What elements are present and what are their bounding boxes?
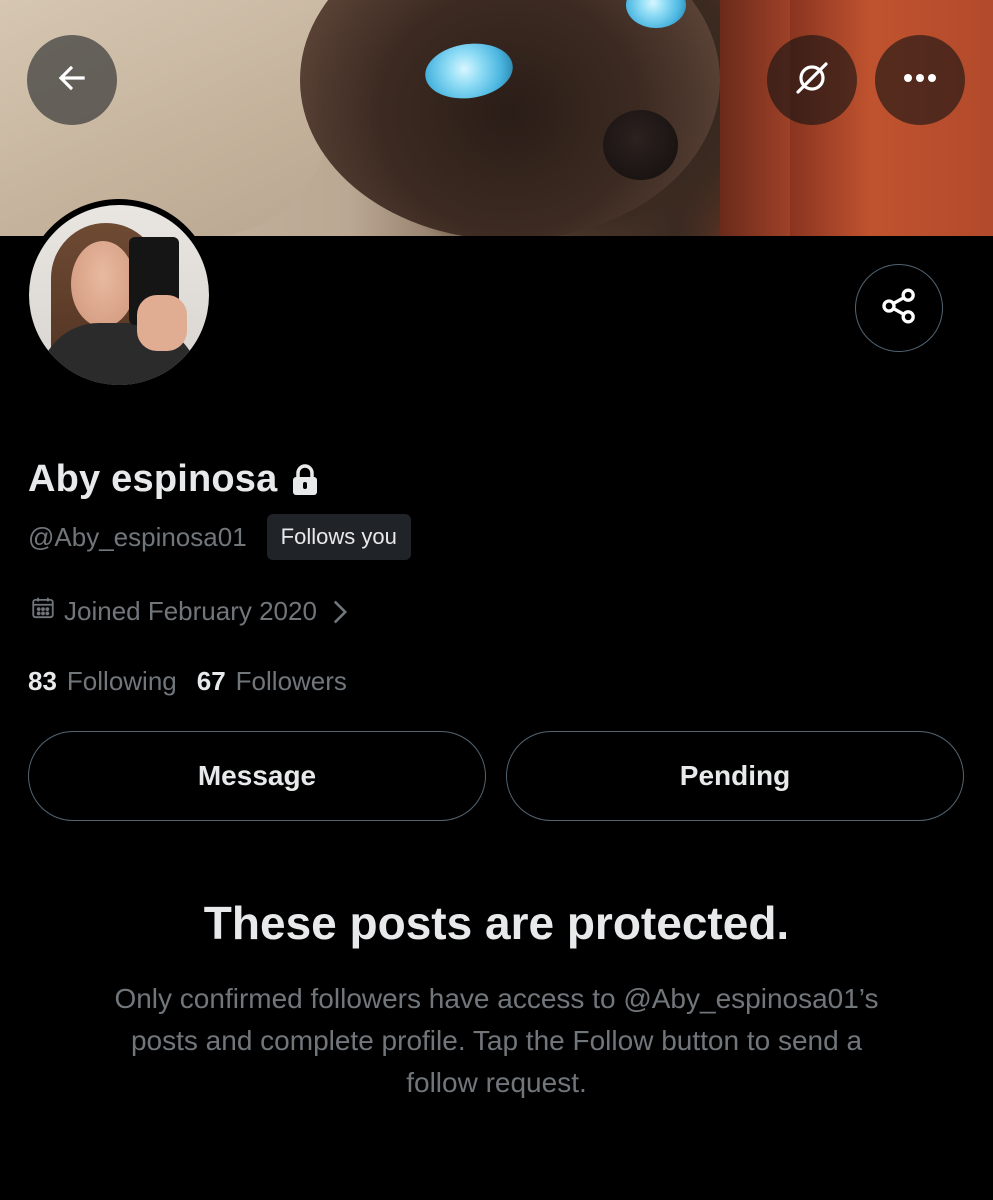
banner-cat-nose: [603, 110, 678, 180]
following-link[interactable]: 83 Following: [28, 666, 177, 697]
following-count: 83: [28, 666, 57, 696]
grok-button[interactable]: [767, 35, 857, 125]
profile-handle: @Aby_espinosa01: [28, 521, 247, 552]
pending-button[interactable]: Pending: [506, 731, 964, 821]
followers-label: Followers: [235, 666, 347, 696]
avatar-hand: [137, 295, 187, 351]
avatar-face: [71, 241, 135, 327]
protected-posts-title: These posts are protected.: [203, 897, 790, 949]
handle-row: @Aby_espinosa01 Follows you: [28, 514, 411, 560]
profile-name-row: Aby espinosa: [28, 458, 319, 501]
share-profile-button[interactable]: [855, 264, 943, 352]
profile-banner[interactable]: [0, 0, 993, 236]
protected-posts-message: Only confirmed followers have access to …: [114, 983, 879, 1098]
display-name: Aby espinosa: [28, 458, 278, 500]
avatar[interactable]: [23, 199, 215, 391]
followers-link[interactable]: 67 Followers: [197, 666, 347, 697]
follow-stats: 83 Following 67 Followers: [28, 666, 347, 697]
arrow-left-icon: [53, 59, 91, 102]
avatar-image: [29, 205, 209, 385]
grok-icon: [792, 58, 832, 103]
more-options-button[interactable]: [875, 35, 965, 125]
follows-you-badge: Follows you: [266, 514, 411, 560]
joined-date-row[interactable]: Joined February 2020: [30, 595, 349, 628]
joined-date-text: Joined February 2020: [64, 596, 317, 626]
following-label: Following: [66, 666, 177, 696]
calendar-icon: [30, 595, 56, 628]
followers-count: 67: [196, 666, 226, 696]
more-horizontal-icon: [900, 71, 940, 89]
lock-icon: [291, 463, 319, 496]
share-icon: [879, 286, 919, 331]
message-button[interactable]: Message: [28, 731, 486, 821]
back-button[interactable]: [27, 35, 117, 125]
chevron-right-icon: [331, 599, 349, 625]
